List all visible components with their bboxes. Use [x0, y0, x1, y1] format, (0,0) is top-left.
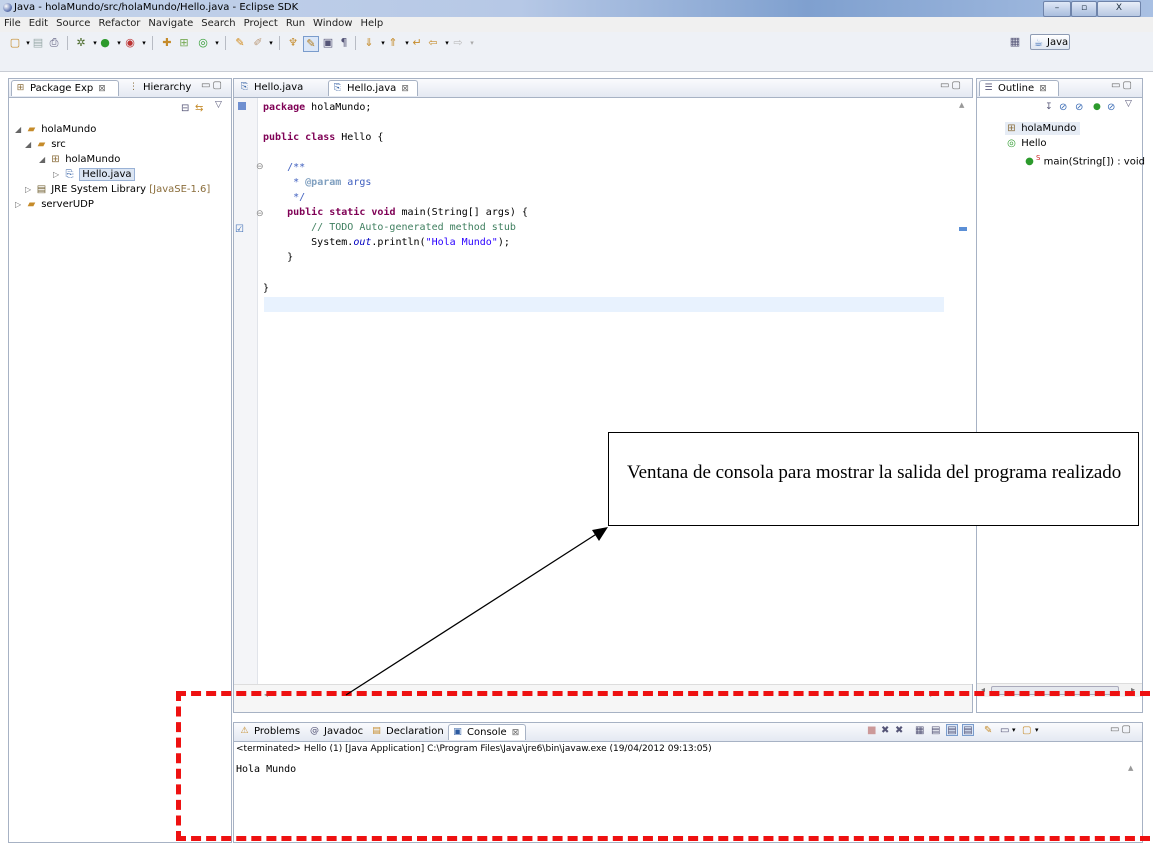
arrowhead	[592, 527, 608, 541]
arrow-line	[345, 532, 599, 696]
annotation-callout: Ventana de consola para mostrar la salid…	[608, 432, 1139, 526]
annotation-arrow	[345, 527, 608, 696]
